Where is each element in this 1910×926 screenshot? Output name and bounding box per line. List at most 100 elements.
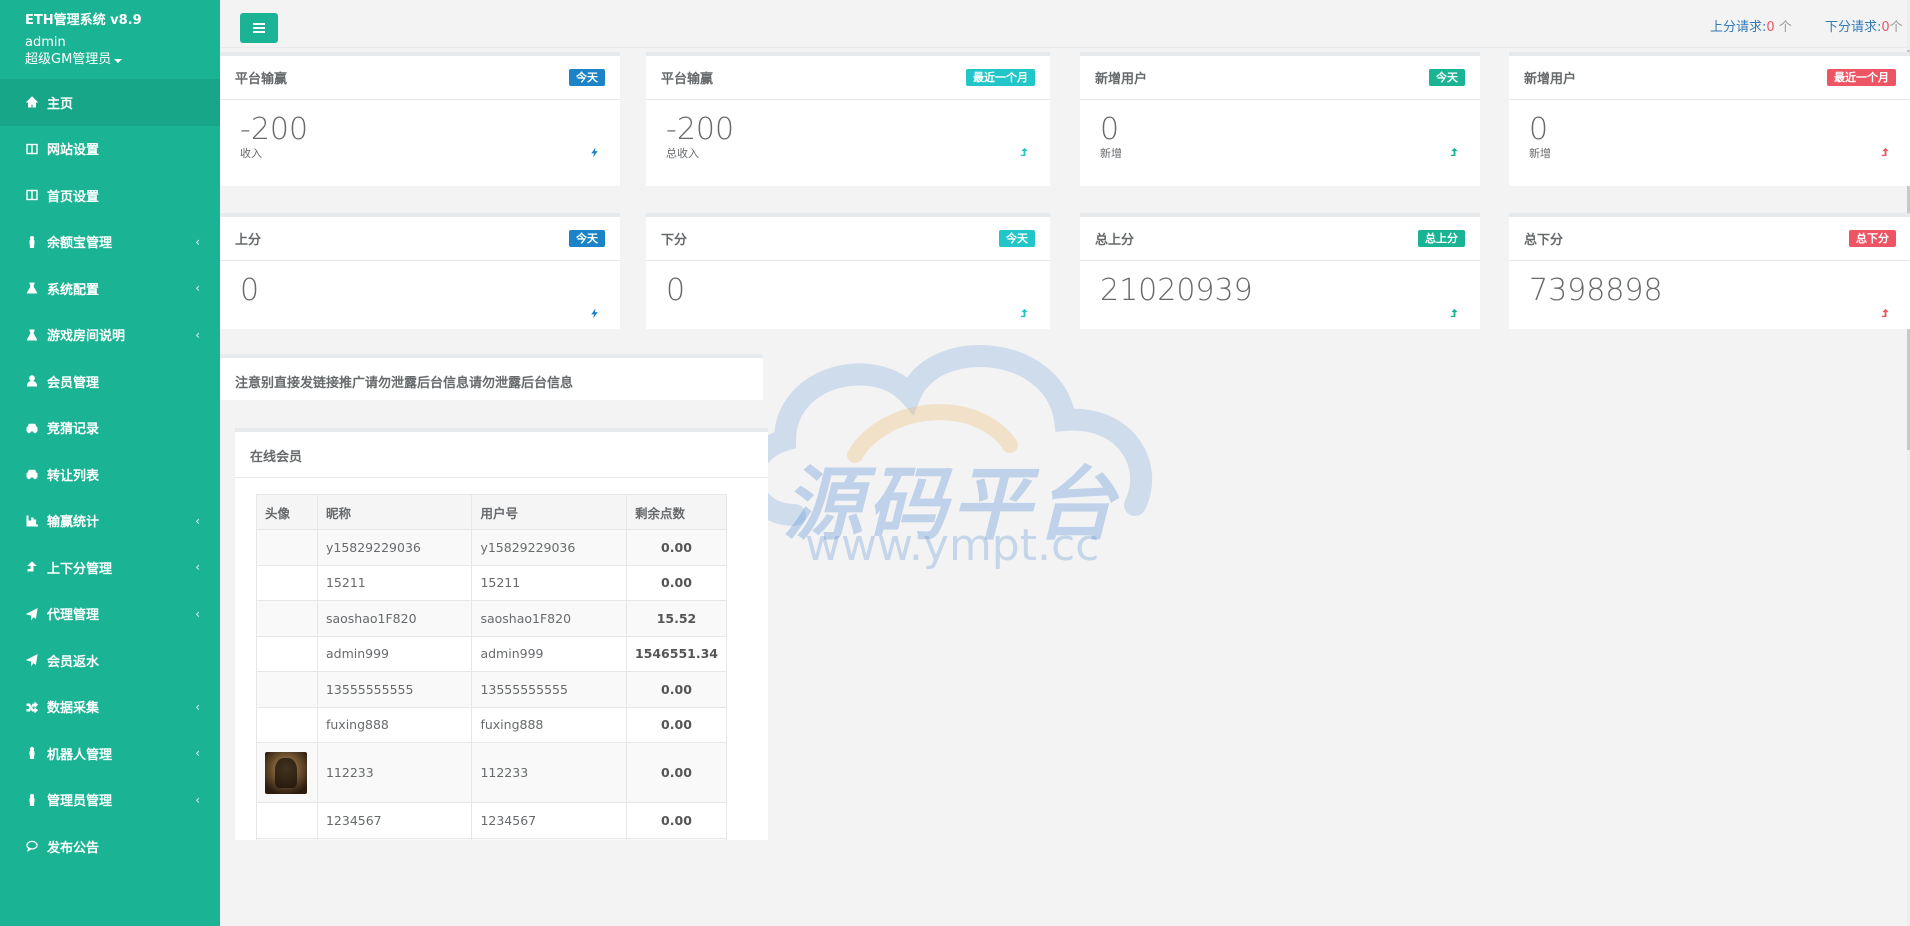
user-icon — [25, 374, 39, 388]
stat-card-header: 总下分 总下分 — [1509, 217, 1910, 261]
nickname-cell — [316, 837, 473, 840]
level-up-icon — [1880, 308, 1891, 323]
flask-icon — [25, 281, 39, 295]
table-row[interactable]: fuxing888 fuxing888 0.00 — [256, 706, 728, 743]
up-request-label: 上分请求: — [1710, 20, 1767, 35]
sidebar-item-4[interactable]: 系统配置 ‹ — [0, 265, 220, 312]
column-header[interactable]: 剩余点数 — [625, 494, 728, 530]
down-request-link[interactable]: 下分请求:0个 — [1825, 16, 1903, 35]
random-icon — [25, 700, 39, 714]
table-row[interactable] — [256, 837, 728, 840]
avatar-cell — [256, 837, 318, 840]
stat-card-title: 总上分 — [1095, 233, 1135, 248]
stat-card: 新增用户 今天 0 新增 — [1080, 52, 1480, 186]
flask-icon — [25, 328, 39, 342]
table-row[interactable]: saoshao1F820 saoshao1F820 15.52 — [256, 600, 728, 637]
sidebar-item-11[interactable]: 代理管理 ‹ — [0, 591, 220, 638]
stat-card-body: 21020939 — [1080, 261, 1480, 329]
stat-card-body: 0 新增 — [1080, 100, 1480, 186]
top-navbar: 上分请求:0 个 下分请求:0个 — [220, 0, 1910, 48]
sidebar-item-label: 上下分管理 — [47, 561, 113, 577]
sidebar-item-5[interactable]: 游戏房间说明 ‹ — [0, 312, 220, 359]
sidebar-item-13[interactable]: 数据采集 ‹ — [0, 684, 220, 731]
stat-card: 下分 今天 0 — [646, 213, 1050, 329]
home-icon — [25, 95, 39, 109]
stat-card-title: 新增用户 — [1095, 72, 1148, 87]
up-request-link[interactable]: 上分请求:0 个 — [1710, 16, 1792, 35]
sidebar-item-14[interactable]: 机器人管理 ‹ — [0, 730, 220, 777]
sidebar-item-2[interactable]: 首页设置 — [0, 172, 220, 219]
column-header[interactable]: 用户号 — [471, 494, 627, 530]
points-cell: 0.00 — [625, 706, 728, 743]
online-members-panel: 在线会员 头像 昵称 用户号 剩余点数 y15829229036 y1582922903… — [235, 428, 768, 840]
sidebar-item-label: 游戏房间说明 — [47, 329, 126, 345]
sidebar-item-16[interactable]: 发布公告 — [0, 823, 220, 870]
watermark-text: 源码平台 — [783, 458, 1119, 551]
user-id-cell: 112233 — [471, 742, 627, 803]
sidebar-item-7[interactable]: 竞猜记录 — [0, 405, 220, 452]
chevron-left-icon: ‹ — [195, 513, 200, 528]
columns-icon — [25, 142, 39, 156]
stat-sublabel: 收入 — [240, 147, 262, 160]
comment-icon — [25, 839, 39, 853]
user-name[interactable]: admin — [25, 35, 220, 51]
stat-card-badge: 今天 — [999, 230, 1035, 247]
sidebar-item-0[interactable]: 主页 — [0, 79, 220, 126]
stat-value: 7398898 — [1529, 273, 1663, 308]
sidebar-item-8[interactable]: 转让列表 — [0, 451, 220, 498]
column-header[interactable]: 昵称 — [316, 494, 473, 530]
sidebar-item-label: 发布公告 — [47, 840, 100, 856]
stat-value: 21020939 — [1100, 273, 1253, 308]
sidebar-item-12[interactable]: 会员返水 — [0, 637, 220, 684]
table-row[interactable]: y15829229036 y15829229036 0.00 — [256, 529, 728, 566]
sidebar-item-label: 机器人管理 — [47, 747, 113, 763]
stat-card: 总下分 总下分 7398898 — [1509, 213, 1910, 329]
stat-card-body: 7398898 — [1509, 261, 1910, 329]
user-id-cell: 13555555555 — [471, 671, 627, 708]
column-header[interactable]: 头像 — [256, 494, 318, 530]
sidebar-item-1[interactable]: 网站设置 — [0, 126, 220, 173]
stat-card-title: 上分 — [235, 233, 262, 248]
table-row[interactable]: 112233 112233 0.00 — [256, 742, 728, 803]
cloud-logo-icon — [741, 345, 1153, 526]
bar-chart-icon — [25, 514, 39, 528]
table-row[interactable]: admin999 admin999 1546551.34 — [256, 635, 728, 672]
watermark-url: www.ympt.cc — [805, 520, 1100, 571]
level-up-icon — [1019, 308, 1030, 323]
toggle-sidebar-button[interactable] — [240, 13, 278, 43]
table-row[interactable]: 15211 15211 0.00 — [256, 564, 728, 601]
up-request-count: 0 — [1766, 20, 1775, 35]
points-cell: 0.00 — [625, 802, 728, 839]
stat-card-header: 新增用户 最近一个月 — [1509, 56, 1910, 100]
avatar-cell — [256, 742, 318, 803]
nickname-cell: y15829229036 — [316, 529, 473, 566]
stat-card-body: -200 总收入 — [646, 100, 1050, 186]
sidebar-item-10[interactable]: 上下分管理 ‹ — [0, 544, 220, 591]
sidebar-item-6[interactable]: 会员管理 — [0, 358, 220, 405]
user-role-label: 超级GM管理员 — [25, 52, 112, 67]
stat-card-title: 新增用户 — [1524, 72, 1577, 87]
user-role-dropdown[interactable]: 超级GM管理员 — [25, 51, 220, 68]
sidebar-item-3[interactable]: 余额宝管理 ‹ — [0, 219, 220, 266]
stat-card-badge: 今天 — [1429, 69, 1465, 86]
stat-card-body: -200 收入 — [220, 100, 620, 186]
stat-value: 0 — [1100, 112, 1120, 147]
table-row[interactable]: 13555555555 13555555555 0.00 — [256, 671, 728, 708]
chevron-left-icon: ‹ — [195, 327, 200, 342]
table-row[interactable]: 1234567 1234567 0.00 — [256, 802, 728, 839]
sidebar-item-9[interactable]: 输赢统计 ‹ — [0, 498, 220, 545]
male-icon — [25, 746, 39, 760]
stat-card-body: 0 — [220, 261, 620, 329]
sidebar-item-label: 会员管理 — [47, 375, 100, 391]
stat-sublabel: 总收入 — [666, 147, 699, 160]
paper-plane-icon — [25, 607, 39, 621]
stat-card-badge: 最近一个月 — [966, 69, 1035, 86]
stat-card: 上分 今天 0 — [220, 213, 620, 329]
nickname-cell: fuxing888 — [316, 706, 473, 743]
user-id-cell: 1234567 — [471, 802, 627, 839]
stat-card: 平台输赢 最近一个月 -200 总收入 — [646, 52, 1050, 186]
avatar-cell — [256, 635, 318, 672]
sidebar-item-15[interactable]: 管理员管理 ‹ — [0, 777, 220, 824]
stat-card-header: 平台输赢 最近一个月 — [646, 56, 1050, 100]
avatar-cell — [256, 600, 318, 637]
